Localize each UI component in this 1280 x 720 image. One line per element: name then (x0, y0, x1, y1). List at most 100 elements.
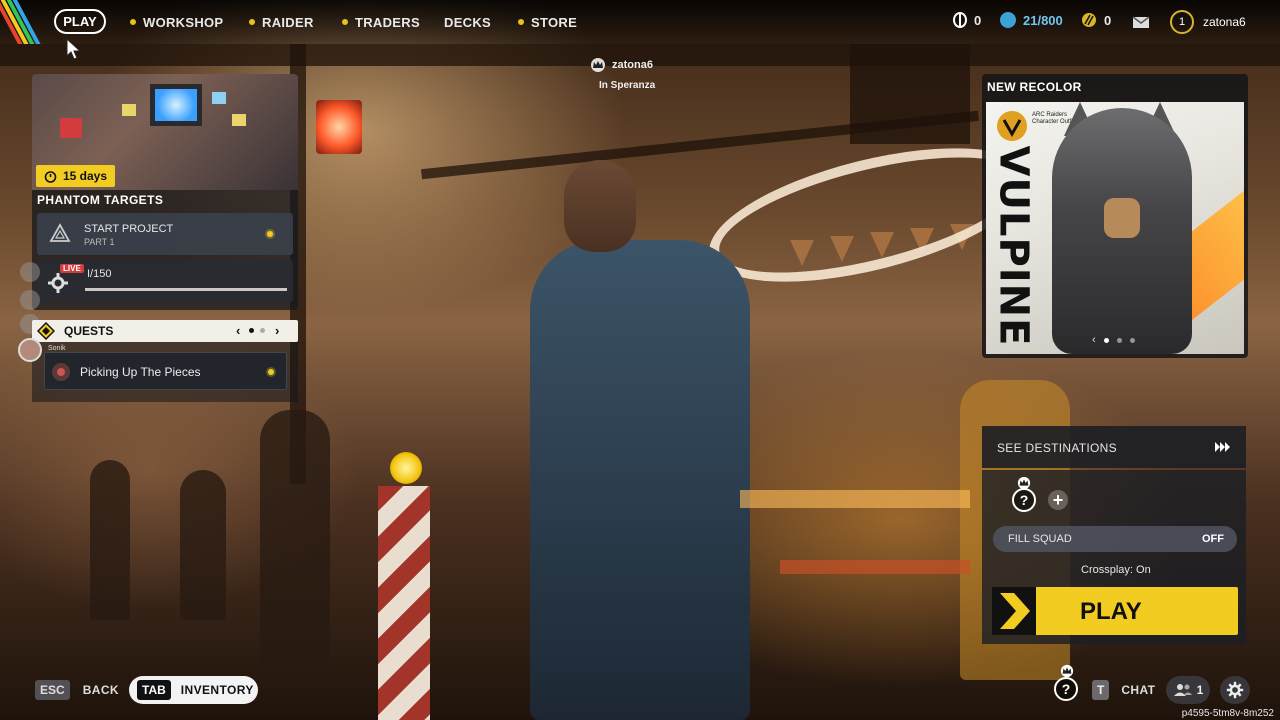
currency-shared[interactable]: 21/800 (1000, 12, 1063, 28)
top-navigation-bar: PLAY WORKSHOP RAIDER TRADERS DECKS STORE… (0, 0, 1280, 44)
session-id: p4595-5tm8v-8m252 (1181, 708, 1274, 719)
mail-icon[interactable] (1132, 15, 1150, 29)
back-label: BACK (82, 683, 119, 697)
promo-product-line: ARC Raiders (1032, 112, 1068, 118)
player-character-body (530, 240, 750, 720)
nav-tab-label: STORE (531, 14, 578, 30)
quest-icon (52, 363, 70, 381)
chat-label: CHAT (1121, 683, 1156, 697)
page-dot (260, 328, 265, 333)
page-dot-active (249, 328, 254, 333)
currency-tokens-value: 0 (1104, 12, 1112, 28)
play-button[interactable]: PLAY (992, 587, 1238, 635)
nav-tab-label: TRADERS (355, 14, 420, 30)
nav-tab-raider[interactable]: RAIDER (249, 12, 314, 32)
warning-beacon (390, 452, 422, 484)
player-name: zatona6 (1203, 15, 1246, 29)
notification-dot-icon (342, 19, 348, 25)
quest-title: Picking Up The Pieces (80, 365, 201, 379)
player-level-badge: 1 (1170, 10, 1194, 34)
quest-diamond-icon (37, 322, 55, 340)
settings-button[interactable] (1220, 676, 1250, 704)
carousel-prev-icon[interactable]: ‹ (1092, 334, 1096, 346)
tab-keycap: TAB (137, 680, 171, 700)
start-project-title: START PROJECT (84, 223, 174, 235)
crown-icon (1060, 664, 1074, 678)
notification-dot-icon (130, 19, 136, 25)
sticky-note-art (122, 104, 136, 116)
quests-pagination (249, 328, 265, 333)
profile-button[interactable]: 1 zatona6 (1170, 10, 1246, 34)
start-project-subtitle: PART 1 (84, 237, 115, 247)
npc-silhouette (180, 470, 226, 620)
esc-keycap: ESC (35, 680, 70, 700)
nav-tab-label: DECKS (444, 14, 492, 30)
friends-count: 1 (1196, 683, 1204, 697)
crown-icon (591, 58, 605, 72)
start-project-button[interactable]: START PROJECT PART 1 (37, 213, 293, 255)
token-icon (1082, 13, 1096, 27)
nav-tab-play[interactable]: PLAY (54, 9, 106, 34)
promo-item-name: VULPINE (990, 145, 1036, 347)
add-squad-member-icon[interactable]: + (1048, 490, 1068, 510)
promo-carousel[interactable]: ‹ (1092, 334, 1135, 346)
back-hint[interactable]: ESC BACK (35, 680, 119, 700)
npc-silhouette (260, 410, 330, 670)
bar-counter (740, 490, 970, 508)
quests-title: QUESTS (64, 324, 114, 338)
mouse-cursor-icon (66, 38, 82, 60)
inventory-button[interactable]: TAB INVENTORY (129, 676, 258, 704)
friends-button[interactable]: 1 (1166, 676, 1210, 704)
currency-coins[interactable]: 0 (953, 12, 981, 28)
live-badge: LIVE (60, 264, 84, 273)
red-lamp (316, 100, 362, 154)
new-indicator-dot (267, 231, 273, 237)
nav-tab-traders[interactable]: TRADERS (342, 12, 420, 32)
project-section-title: PHANTOM TARGETS (37, 193, 164, 207)
nav-tab-workshop[interactable]: WORKSHOP (130, 12, 223, 32)
see-destinations-button[interactable]: SEE DESTINATIONS (982, 426, 1246, 468)
nav-tab-label: RAIDER (262, 14, 314, 30)
squad-slot-leader[interactable]: ? (1012, 488, 1036, 512)
carousel-dot (1116, 337, 1122, 343)
promo-item-name-wrapper: VULPINE (990, 145, 1036, 347)
chat-button[interactable]: T CHAT (1092, 680, 1155, 700)
profile-slot-icon[interactable]: ? (1054, 677, 1078, 701)
days-left-badge: 15 days (36, 165, 116, 187)
friends-icon (1173, 684, 1192, 696)
nav-tab-store[interactable]: STORE (518, 12, 577, 32)
nav-tab-decks[interactable]: DECKS (444, 12, 491, 32)
sticky-note-art (232, 114, 246, 126)
currency-tokens[interactable]: 0 (1081, 12, 1111, 28)
nameplate-location: In Speranza (599, 80, 656, 91)
nameplate-name: zatona6 (612, 59, 653, 71)
inventory-label: INVENTORY (180, 683, 254, 697)
quests-header[interactable]: QUESTS ‹ › (32, 320, 298, 342)
quest-tracked-dot (268, 369, 274, 375)
fill-squad-label: FILL SQUAD (1008, 533, 1072, 545)
fill-squad-toggle[interactable]: FILL SQUAD OFF (993, 526, 1237, 552)
timer-icon (44, 170, 57, 183)
currency-coins-value: 0 (974, 12, 982, 28)
quests-next-icon[interactable]: › (275, 323, 279, 338)
play-arrow-icon (992, 587, 1036, 635)
brand-stripes-logo (0, 0, 44, 44)
quests-prev-icon[interactable]: ‹ (236, 323, 240, 338)
npc-silhouette (90, 460, 130, 620)
chat-keycap: T (1092, 680, 1110, 700)
notification-dot-icon (249, 19, 255, 25)
striped-barrier (378, 486, 430, 720)
gear-icon[interactable] (47, 272, 69, 294)
party-slot-avatar[interactable] (20, 290, 40, 310)
red-box-art (60, 118, 82, 138)
quest-item[interactable]: Picking Up The Pieces (44, 352, 287, 390)
monitor-art (150, 84, 202, 126)
party-slot-avatar[interactable] (20, 262, 40, 282)
friend-avatar[interactable] (18, 338, 42, 362)
promo-artwork[interactable]: ARC Raiders Character Outfit VULPINE (986, 102, 1244, 354)
friend-name: Sonik (48, 345, 66, 352)
project-progress-track (85, 288, 287, 291)
days-left-text: 15 days (63, 169, 108, 183)
nav-tab-label: WORKSHOP (143, 14, 224, 30)
player-nameplate: zatona6 (590, 58, 653, 72)
